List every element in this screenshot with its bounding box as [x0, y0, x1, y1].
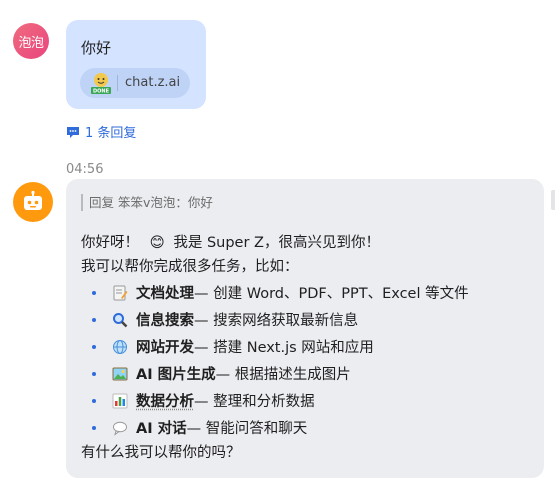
- memo-icon: [112, 285, 128, 301]
- bot-avatar[interactable]: [13, 182, 53, 222]
- greeting-text: 你好呀！: [81, 235, 139, 251]
- robot-icon: [24, 190, 42, 210]
- item-title: 数据分析: [136, 394, 194, 410]
- list-item-search: 信息搜索 — 搜索网络获取最新信息: [81, 306, 534, 333]
- greeting-line: 你好呀！ 😊 我是 Super Z，很高兴见到你！: [81, 231, 534, 255]
- item-desc: — 搜索网络获取最新信息: [194, 313, 359, 329]
- item-title: AI 图片生成: [136, 367, 216, 383]
- list-item-website: 网站开发 — 搭建 Next.js 网站和应用: [81, 333, 534, 360]
- message-timestamp: 04:56: [66, 162, 104, 177]
- picture-icon: [112, 366, 128, 382]
- svg-text:DONE: DONE: [93, 89, 110, 95]
- speech-bubble-icon: [112, 420, 128, 436]
- user-avatar[interactable]: 泡泡: [13, 23, 49, 59]
- reply-count-link[interactable]: 1 条回复: [66, 122, 136, 141]
- item-title: 网站开发: [136, 340, 194, 356]
- bullet-dot: [92, 398, 96, 403]
- user-message-bubble: 你好 DONE chat.z.ai: [66, 20, 206, 109]
- list-item-ai-chat: AI 对话 — 智能问答和聊天: [81, 414, 534, 441]
- item-desc: — 智能问答和聊天: [186, 421, 308, 437]
- bullet-dot: [92, 317, 96, 322]
- list-item-image-gen: AI 图片生成 — 根据描述生成图片: [81, 360, 534, 387]
- bullet-dot: [92, 290, 96, 295]
- comment-icon: [67, 126, 79, 138]
- bot-message-body: 你好呀！ 😊 我是 Super Z，很高兴见到你！ 我可以帮你完成很多任务，比如…: [81, 231, 534, 465]
- item-desc: — 创建 Word、PDF、PPT、Excel 等文件: [194, 286, 469, 302]
- item-title: AI 对话: [136, 421, 187, 437]
- item-desc: — 整理和分析数据: [194, 394, 315, 410]
- list-item-document: 文档处理 — 创建 Word、PDF、PPT、Excel 等文件: [81, 279, 534, 306]
- link-card[interactable]: DONE chat.z.ai: [80, 68, 190, 98]
- bullet-dot: [92, 344, 96, 349]
- done-dog-icon: DONE: [91, 73, 111, 95]
- item-desc: — 根据描述生成图片: [215, 367, 351, 383]
- item-title: 文档处理: [136, 286, 194, 302]
- list-item-data-analysis: 数据分析 — 整理和分析数据: [81, 387, 534, 414]
- scroll-edge: [551, 190, 555, 210]
- bullet-dot: [92, 425, 96, 430]
- bot-message-bubble: 回复 笨笨v泡泡：你好 你好呀！ 😊 我是 Super Z，很高兴见到你！ 我可…: [66, 179, 544, 478]
- reply-count-text: 1 条回复: [85, 126, 137, 141]
- user-message-text: 你好: [81, 39, 112, 57]
- reply-quote[interactable]: 回复 笨笨v泡泡：你好: [81, 194, 213, 211]
- item-desc: — 搭建 Next.js 网站和应用: [194, 340, 374, 356]
- link-card-divider: [117, 75, 118, 91]
- bullet-dot: [92, 371, 96, 376]
- globe-icon: [112, 339, 128, 355]
- intro-text: 我是 Super Z，很高兴见到你！: [173, 235, 380, 251]
- bar-chart-icon: [112, 393, 128, 409]
- closing-line: 有什么我可以帮你的吗？: [81, 445, 241, 461]
- magnifier-icon: [112, 312, 128, 328]
- link-card-domain: chat.z.ai: [125, 75, 181, 90]
- smile-emoji-icon: 😊: [149, 235, 165, 251]
- item-title: 信息搜索: [136, 313, 194, 329]
- lead-line: 我可以帮你完成很多任务，比如：: [81, 259, 299, 275]
- user-avatar-text: 泡泡: [18, 35, 44, 51]
